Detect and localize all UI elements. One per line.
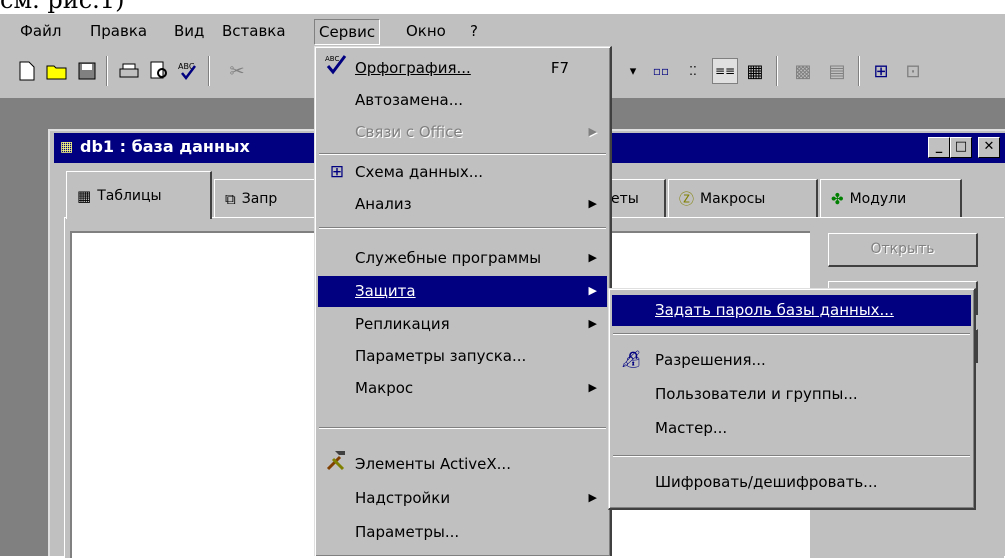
toolbar-separator	[106, 56, 108, 86]
toolbar-separator	[858, 56, 860, 86]
tab-label: Таблицы	[97, 187, 162, 204]
menu-edit[interactable]: Правка	[86, 19, 151, 45]
open-button[interactable]: Открыть	[828, 233, 978, 267]
menu-file[interactable]: Файл	[16, 19, 65, 45]
menu-separator	[613, 455, 970, 457]
relationships-icon: ⊞	[329, 162, 345, 182]
minimize-button[interactable]: _	[928, 137, 950, 158]
toolbar-separator	[208, 56, 210, 86]
submenu-arrow-icon: ▶	[588, 317, 597, 330]
submenu-arrow-icon: ▶	[588, 284, 597, 297]
spelling-check-icon: ABC	[324, 53, 350, 87]
tab-macros[interactable]: Ⓩ Макросы	[668, 179, 818, 217]
table-icon: ▦	[77, 186, 92, 205]
details-view-icon[interactable]: ▦	[742, 58, 768, 84]
shortcut-label: F7	[550, 59, 569, 77]
macro-icon: Ⓩ	[679, 190, 695, 208]
menu-item-encrypt[interactable]: Шифровать/дешифровать...	[612, 467, 971, 498]
submenu-arrow-icon: ▶	[588, 491, 597, 504]
menu-item-macro[interactable]: Макрос ▶	[318, 373, 607, 404]
menu-item-users-groups[interactable]: Пользователи и группы...	[612, 379, 971, 410]
menu-item-utilities[interactable]: Служебные программы ▶	[318, 243, 607, 274]
large-icons-icon[interactable]: ▫▫	[648, 58, 674, 84]
security-submenu: Задать пароль базы данных... 🔏︎ Разрешен…	[608, 288, 976, 510]
tab-modules[interactable]: ✤ Модули	[820, 179, 962, 217]
dropdown-arrow-icon[interactable]: ▾	[620, 58, 646, 84]
menu-item-security[interactable]: Защита ▶	[318, 276, 607, 307]
menu-separator	[613, 333, 970, 335]
menu-item-permissions[interactable]: 🔏︎ Разрешения...	[612, 345, 971, 376]
menu-item-options[interactable]: Параметры...	[318, 517, 607, 548]
menu-item-set-password[interactable]: Задать пароль базы данных...	[612, 295, 971, 326]
caption-text: см. рис.1)	[0, 0, 125, 14]
close-icon: ✕	[983, 139, 995, 154]
menu-separator	[319, 227, 606, 229]
database-icon: ▦	[60, 139, 74, 155]
menu-item-replication[interactable]: Репликация ▶	[318, 309, 607, 340]
tools-hammer-icon	[324, 449, 350, 481]
submenu-arrow-icon: ▶	[588, 381, 597, 394]
tab-tables[interactable]: ▦ Таблицы	[66, 171, 212, 219]
query-icon: ⧉	[225, 189, 236, 208]
code-icon[interactable]: ▩	[790, 58, 816, 84]
minimize-icon: _	[935, 139, 943, 154]
relationships-icon[interactable]: ⊞	[868, 58, 894, 84]
menu-item-wizard[interactable]: Мастер...	[612, 413, 971, 444]
tab-label: Модули	[849, 190, 907, 207]
menu-item-relationships[interactable]: ⊞ Схема данных...	[318, 157, 607, 188]
menubar: Файл Правка Вид Вставка Сервис Окно ?	[0, 14, 1005, 48]
print-preview-icon[interactable]	[146, 58, 172, 84]
close-button[interactable]: ✕	[978, 137, 1000, 158]
properties-icon[interactable]: ▤	[824, 58, 850, 84]
submenu-arrow-icon: ▶	[588, 125, 597, 138]
print-icon[interactable]	[116, 58, 142, 84]
analyze-icon[interactable]: ⊡	[900, 58, 926, 84]
cut-icon[interactable]: ✂	[224, 58, 250, 84]
module-icon: ✤	[831, 189, 844, 208]
save-icon[interactable]	[74, 58, 100, 84]
spelling-icon[interactable]: ABC	[176, 58, 202, 84]
menu-item-activex[interactable]: Элементы ActiveX...	[318, 449, 607, 480]
permissions-lock-icon: 🔏︎	[620, 350, 642, 370]
small-icons-icon[interactable]: ⁚⁚	[680, 58, 706, 84]
svg-text:ABC: ABC	[325, 55, 339, 63]
service-menu: ABC Орфография... F7 Автозамена... Связи…	[314, 46, 612, 556]
menu-help[interactable]: ?	[466, 19, 482, 45]
menu-insert[interactable]: Вставка	[218, 19, 290, 45]
menu-item-startup[interactable]: Параметры запуска...	[318, 341, 607, 372]
tab-queries[interactable]: ⧉ Запр	[214, 179, 326, 217]
menu-view[interactable]: Вид	[170, 19, 208, 45]
tab-label: еты	[611, 190, 639, 207]
list-view-icon[interactable]: ≡≡	[712, 58, 738, 84]
menu-separator	[319, 427, 606, 429]
submenu-arrow-icon: ▶	[588, 197, 597, 210]
new-file-icon[interactable]	[14, 58, 40, 84]
toolbar-separator	[776, 56, 778, 86]
menu-item-autocorrect[interactable]: Автозамена...	[318, 85, 607, 116]
menu-item-addins[interactable]: Надстройки ▶	[318, 483, 607, 514]
menu-service[interactable]: Сервис	[314, 19, 381, 45]
window-title: db1 : база данных	[80, 137, 250, 156]
tab-label: Запр	[241, 190, 278, 207]
menu-item-spelling[interactable]: ABC Орфография... F7	[318, 53, 607, 84]
menu-item-office-links[interactable]: Связи с Office ▶	[318, 117, 607, 148]
maximize-icon: □	[954, 139, 968, 154]
submenu-arrow-icon: ▶	[588, 251, 597, 264]
menu-window[interactable]: Окно	[402, 19, 450, 45]
menu-separator	[319, 153, 606, 155]
open-folder-icon[interactable]	[44, 58, 70, 84]
menu-item-analyze[interactable]: Анализ ▶	[318, 189, 607, 220]
maximize-button[interactable]: □	[950, 137, 972, 158]
tab-label: Макросы	[700, 190, 766, 207]
